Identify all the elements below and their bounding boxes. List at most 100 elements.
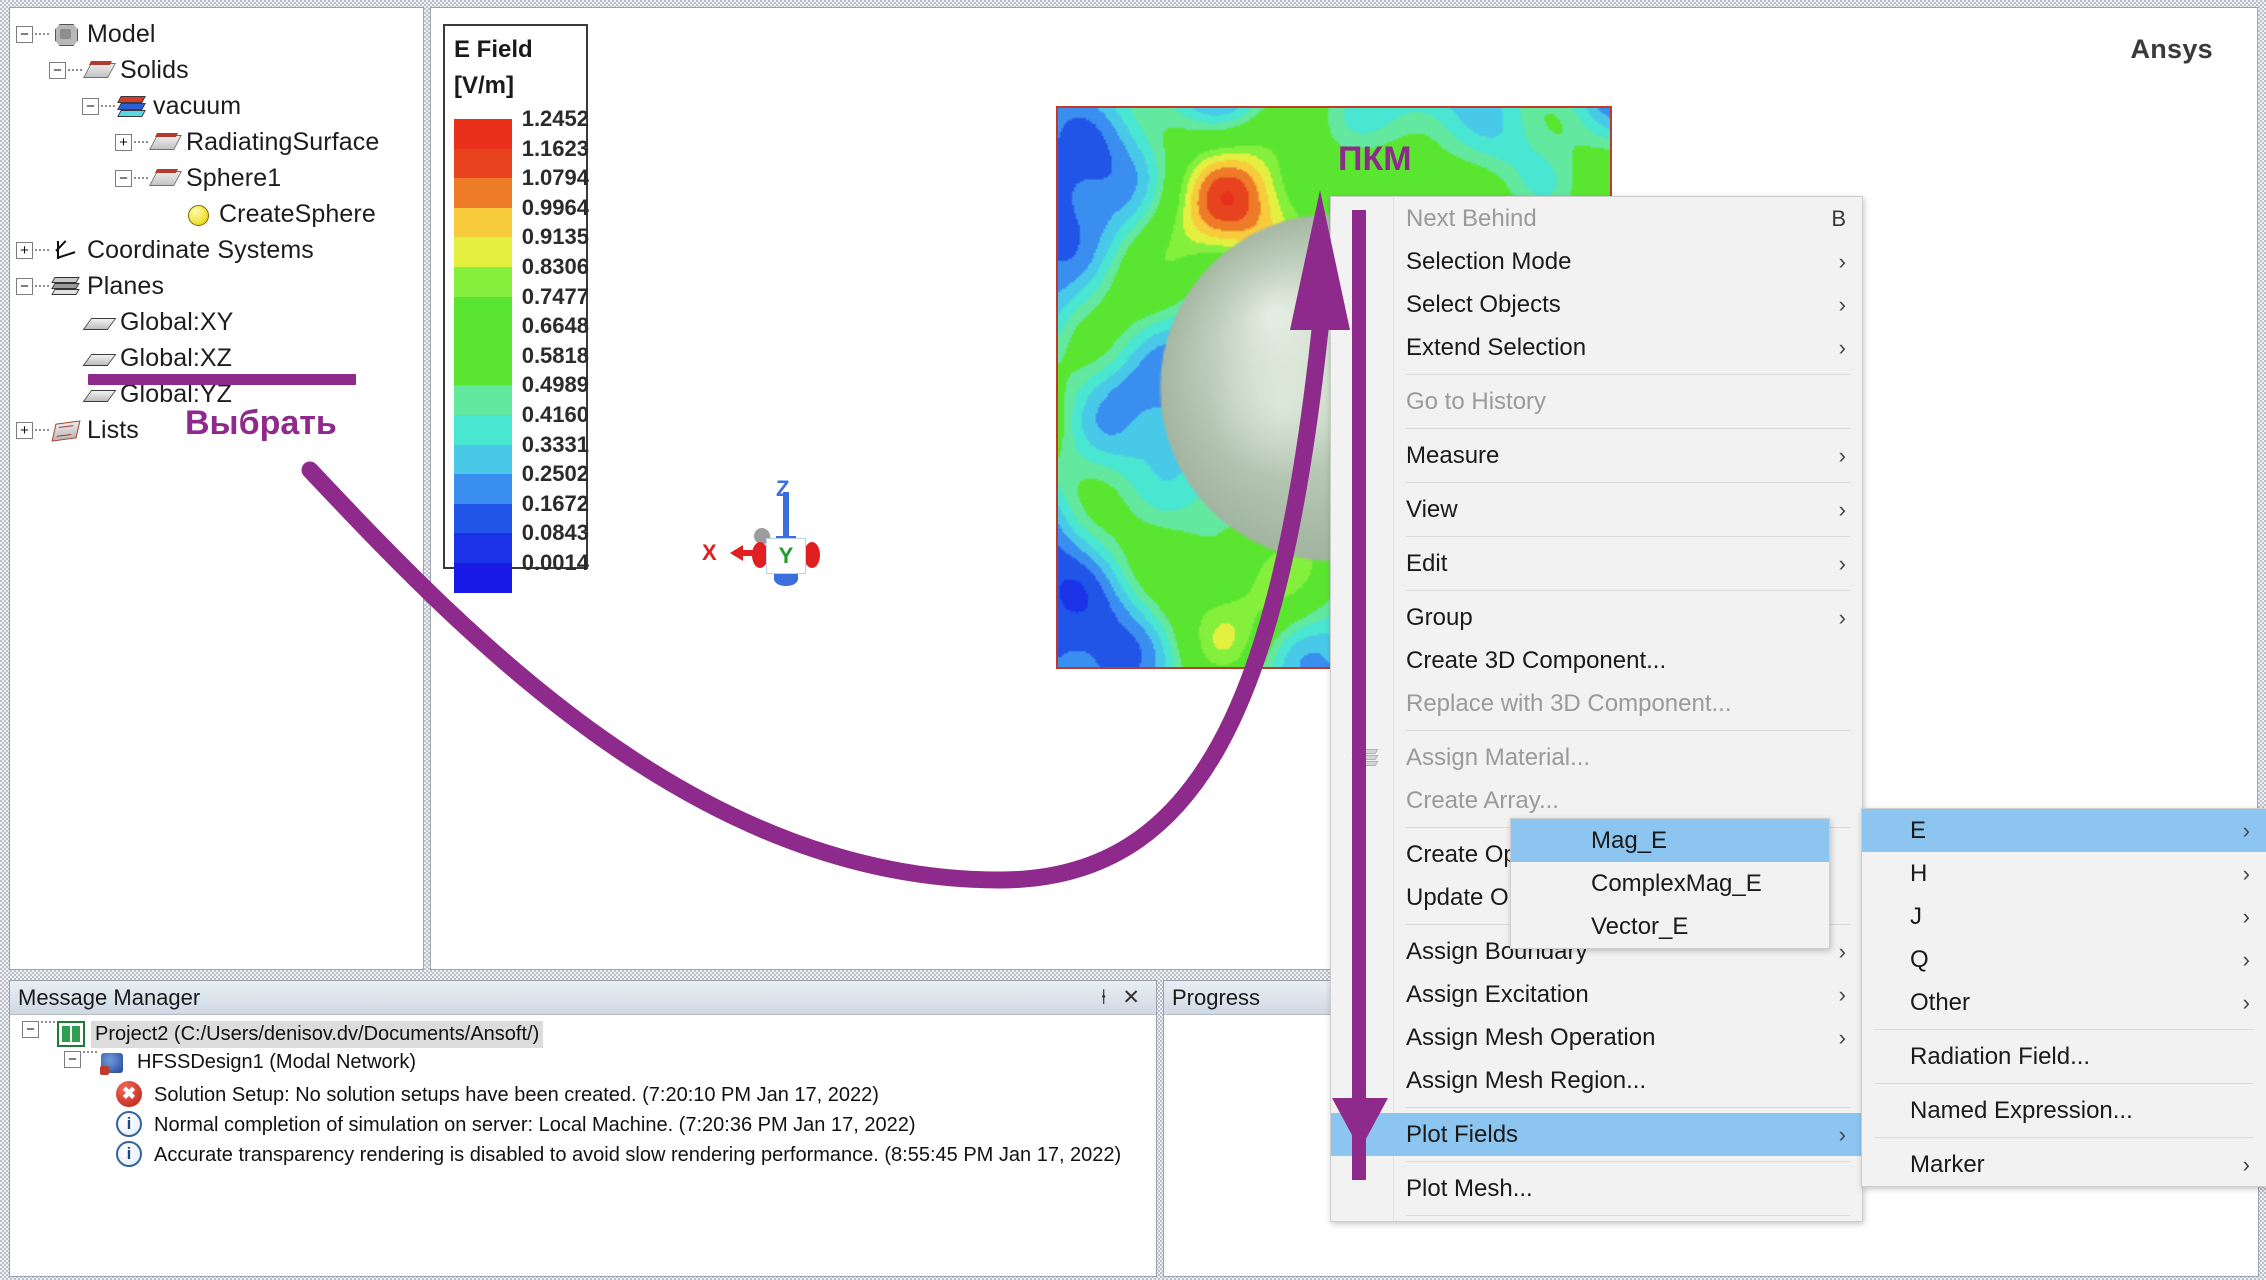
message-design-row[interactable]: − HFSSDesign1 (Modal Network) (18, 1051, 1156, 1081)
chevron-right-icon: › (1839, 249, 1846, 275)
menu-item-label: Assign Excitation (1406, 981, 1589, 1009)
menu-item-label: Vector_E (1591, 913, 1688, 941)
legend-swatch (454, 267, 512, 297)
menu-item-other[interactable]: Other› (1862, 981, 2266, 1024)
y-axis-label: Y (766, 538, 806, 574)
legend-unit: [V/m] (454, 68, 514, 104)
legend-swatch (454, 297, 512, 327)
chevron-right-icon: › (2243, 947, 2250, 973)
legend-tick: 1.0794 (517, 163, 589, 193)
expander-icon[interactable]: − (82, 98, 99, 115)
menu-item-create-array: Create Array... (1331, 779, 1862, 822)
legend-swatch (454, 415, 512, 445)
sphere-icon (183, 202, 213, 226)
menu-item-label: Replace with 3D Component... (1406, 690, 1732, 718)
menu-item-marker[interactable]: Marker› (1862, 1143, 2266, 1186)
message-manager-panel[interactable]: Message Manager ⍿ ✕ − Project2 (C:/Users… (9, 980, 1157, 1277)
tree-item-createsphere[interactable]: CreateSphere (16, 196, 423, 232)
tree-item-global-xy[interactable]: Global:XY (16, 304, 423, 340)
menu-item-plot-fields[interactable]: Plot Fields› (1331, 1113, 1862, 1156)
message-row[interactable]: iAccurate transparency rendering is disa… (18, 1141, 1156, 1171)
menu-item-e[interactable]: E› (1862, 809, 2266, 852)
menu-item-radiation-field[interactable]: Radiation Field... (1862, 1035, 2266, 1078)
menu-item-j[interactable]: J› (1862, 895, 2266, 938)
tree-item-solids[interactable]: −Solids (16, 52, 423, 88)
project-icon (57, 1021, 85, 1047)
menu-item-plot-mesh[interactable]: Plot Mesh... (1331, 1167, 1862, 1210)
menu-item-edit[interactable]: Edit › (1331, 542, 1862, 585)
project-tree-panel[interactable]: −Model−Solids−vacuum+RadiatingSurface−Sp… (9, 7, 424, 970)
expander-icon[interactable]: − (22, 1021, 39, 1038)
message-row[interactable]: iNormal completion of simulation on serv… (18, 1111, 1156, 1141)
menu-separator (1406, 730, 1850, 731)
menu-item-label: Edit (1406, 550, 1447, 578)
menu-item-label: View (1406, 496, 1458, 524)
legend-tick: 0.4160 (517, 400, 589, 430)
plane-icon (84, 382, 114, 406)
tree-item-model[interactable]: −Model (16, 16, 423, 52)
menu-item-group[interactable]: Group› (1331, 596, 1862, 639)
message-row[interactable]: ✖Solution Setup: No solution setups have… (18, 1081, 1156, 1111)
tree-item-lists[interactable]: +Lists (16, 412, 423, 448)
menu-item-selection-mode[interactable]: Selection Mode› (1331, 240, 1862, 283)
chevron-right-icon: › (1839, 982, 1846, 1008)
chevron-right-icon: › (1839, 551, 1846, 577)
menu-item-vector-e[interactable]: Vector_E (1511, 905, 1829, 948)
menu-item-mag-e[interactable]: Mag_E (1511, 819, 1829, 862)
menu-item-view[interactable]: View› (1331, 488, 1862, 531)
menu-flow-arrowhead-annotation (1332, 1098, 1388, 1150)
menu-item-shortcut: B (1831, 206, 1846, 232)
chevron-right-icon: › (2243, 990, 2250, 1016)
legend-color-swatches (454, 119, 512, 593)
menu-item-assign-excitation[interactable]: Assign Excitation › (1331, 973, 1862, 1016)
menu-item-extend-selection[interactable]: Extend Selection› (1331, 326, 1862, 369)
legend-tick-values: 1.24521.16231.07940.99640.91350.83060.74… (517, 104, 589, 578)
menu-item-label: J (1910, 903, 1922, 931)
tree-item-label: Global:XZ (114, 344, 232, 373)
expander-icon[interactable]: − (16, 278, 33, 295)
expander-icon[interactable]: − (64, 1051, 81, 1068)
message-rows[interactable]: ✖Solution Setup: No solution setups have… (18, 1081, 1156, 1171)
expander-icon[interactable]: + (16, 422, 33, 439)
quantities-submenu[interactable]: E›H›J›Q›Other›Radiation Field...Named Ex… (1861, 808, 2266, 1187)
menu-separator (1874, 1137, 2254, 1138)
tree-item-vacuum[interactable]: −vacuum (16, 88, 423, 124)
pin-icon[interactable]: ⍿ (1093, 986, 1114, 1010)
field-legend: E Field [V/m] 1.24521.16231.07940.99640.… (443, 24, 588, 569)
legend-tick: 0.9964 (517, 193, 589, 223)
menu-item-measure[interactable]: Measure› (1331, 434, 1862, 477)
legend-swatch (454, 445, 512, 475)
tree-item-planes[interactable]: − Planes (16, 268, 423, 304)
menu-item-complexmag-e[interactable]: ComplexMag_E (1511, 862, 1829, 905)
menu-item-select-objects[interactable]: Select Objects› (1331, 283, 1862, 326)
legend-tick: 0.9135 (517, 222, 589, 252)
tree-item-radiatingsurface[interactable]: +RadiatingSurface (16, 124, 423, 160)
expander-icon[interactable]: + (16, 242, 33, 259)
menu-item-label: Next Behind (1406, 205, 1537, 233)
info-icon: i (116, 1141, 142, 1167)
legend-tick: 1.2452 (517, 104, 589, 134)
design-icon (99, 1051, 127, 1077)
legend-swatch (454, 385, 512, 415)
menu-item-assign-mesh-region[interactable]: Assign Mesh Region... (1331, 1059, 1862, 1102)
expander-icon[interactable]: − (115, 170, 132, 187)
menu-item-h[interactable]: H› (1862, 852, 2266, 895)
legend-tick: 0.3331 (517, 430, 589, 460)
message-project-row[interactable]: − Project2 (C:/Users/denisov.dv/Document… (18, 1021, 1156, 1051)
expander-icon[interactable]: − (16, 26, 33, 43)
menu-item-named-expression[interactable]: Named Expression... (1862, 1089, 2266, 1132)
menu-item-assign-mesh-operation[interactable]: Assign Mesh Operation› (1331, 1016, 1862, 1059)
context-menu[interactable]: Next Behind B Selection Mode›Select Object… (1330, 196, 1863, 1222)
tree-item-sphere1[interactable]: −Sphere1 (16, 160, 423, 196)
tree-item-coordinate-systems[interactable]: +Coordinate Systems (16, 232, 423, 268)
close-icon[interactable]: ✕ (1114, 985, 1148, 1010)
menu-item-q[interactable]: Q› (1862, 938, 2266, 981)
fields-submenu[interactable]: Mag_EComplexMag_E Vector_E (1510, 818, 1830, 949)
menu-item-create-3d-component[interactable]: Create 3D Component... (1331, 639, 1862, 682)
tree-item-label: Planes (81, 272, 164, 301)
tree-item-global-xz[interactable]: Global:XZ (16, 340, 423, 376)
expander-icon[interactable]: − (49, 62, 66, 79)
message-list[interactable]: − Project2 (C:/Users/denisov.dv/Document… (10, 1015, 1156, 1171)
expander-icon[interactable]: + (115, 134, 132, 151)
menu-item-go-to-history: Go to History (1331, 380, 1862, 423)
